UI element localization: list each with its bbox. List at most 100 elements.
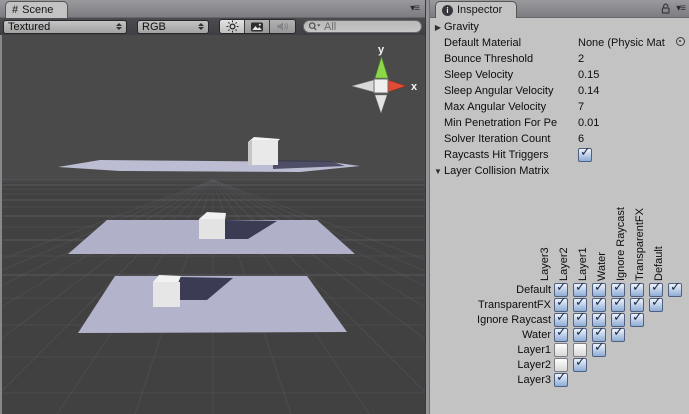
field-label: Sleep Angular Velocity (444, 85, 578, 97)
inspector-field-row: Sleep Angular Velocity0.14 (430, 83, 689, 99)
inspector-field-row: Solver Iteration Count6 (430, 131, 689, 147)
matrix-checkbox[interactable]: ✓ (554, 328, 568, 342)
check-icon: ✓ (575, 294, 586, 310)
object-field-value: None (Physic Mat (578, 37, 674, 49)
info-icon: i (442, 5, 453, 16)
matrix-checkbox[interactable]: ✓ (668, 283, 682, 297)
check-icon: ✓ (556, 309, 567, 325)
matrix-checkbox[interactable]: ✓ (630, 313, 644, 327)
matrix-row-label: Layer2 (430, 358, 551, 372)
cube-side-face (248, 140, 252, 166)
field-checkbox[interactable]: ✓ (578, 148, 592, 162)
check-icon: ✓ (580, 144, 591, 160)
inspector-field-row: ▼Layer Collision Matrix (430, 163, 689, 179)
inspector-panel-menu-icon[interactable]: ▾≡ (676, 3, 685, 14)
skybox-toggle-button[interactable] (245, 20, 270, 33)
field-label: Raycasts Hit Triggers (444, 149, 578, 161)
lighting-toggle-button[interactable] (220, 20, 245, 33)
color-mode-value: RGB (142, 21, 166, 33)
check-icon: ✓ (613, 324, 624, 340)
inspector-field-row: Raycasts Hit Triggers✓ (430, 147, 689, 163)
matrix-checkbox[interactable]: ✓ (649, 298, 663, 312)
scene-search-input[interactable]: All (303, 20, 422, 33)
matrix-checkbox[interactable]: ✓ (573, 328, 587, 342)
field-label: Sleep Velocity (444, 69, 578, 81)
updown-arrows-icon (198, 23, 204, 30)
field-label: Solver Iteration Count (444, 133, 578, 145)
matrix-checkbox[interactable]: ✓ (592, 343, 606, 357)
sun-icon (226, 20, 239, 33)
layer-collision-matrix: Layer3Layer2Layer1WaterIgnore RaycastTra… (430, 186, 689, 414)
inspector-field-row: Sleep Velocity0.15 (430, 67, 689, 83)
matrix-column-header: Ignore Raycast (613, 191, 629, 281)
field-value[interactable]: 0.01 (578, 117, 599, 129)
check-icon: ✓ (575, 324, 586, 340)
inspector-fields: ▶Gravity Default MaterialNone (Physic Mat… (430, 19, 689, 179)
inspector-tabbar: i Inspector ▾≡ (430, 0, 689, 18)
cube[interactable] (153, 282, 180, 307)
field-label: Default Material (444, 37, 578, 49)
cube[interactable] (252, 140, 278, 165)
inspector-field-row: Bounce Threshold2 (430, 51, 689, 67)
field-label: Gravity (444, 21, 479, 33)
matrix-row-label: Water (430, 328, 551, 342)
matrix-column-header: Water (594, 191, 610, 281)
tab-scene[interactable]: # Scene (5, 1, 68, 18)
inspector-field-row: Default MaterialNone (Physic Mat (430, 35, 689, 51)
object-picker-icon[interactable] (676, 37, 685, 46)
matrix-row: Water✓✓✓✓ (430, 328, 689, 343)
field-label: Layer Collision Matrix (444, 165, 549, 177)
matrix-row-label: Layer3 (430, 373, 551, 387)
matrix-checkbox[interactable]: ✓ (611, 328, 625, 342)
foldout-arrow-icon[interactable]: ▼ (432, 167, 444, 176)
lock-icon[interactable] (660, 2, 672, 15)
check-icon: ✓ (556, 294, 567, 310)
matrix-row-label: TransparentFX (430, 298, 551, 312)
matrix-row-label: Layer1 (430, 343, 551, 357)
tab-inspector[interactable]: i Inspector (435, 1, 517, 18)
field-value[interactable]: 0.14 (578, 85, 599, 97)
scene-3d-view[interactable]: y x (2, 35, 425, 414)
matrix-checkbox[interactable]: ✓ (554, 373, 568, 387)
check-icon: ✓ (575, 309, 586, 325)
check-icon: ✓ (594, 309, 605, 325)
foldout-arrow-icon[interactable]: ▶ (432, 23, 444, 32)
color-mode-dropdown[interactable]: RGB (137, 20, 209, 34)
matrix-row: Layer1 ✓ (430, 343, 689, 358)
scene-panel-menu-icon[interactable]: ▾≡ (410, 3, 419, 14)
tab-scene-label: Scene (22, 4, 53, 16)
matrix-column-header: Layer2 (556, 191, 572, 281)
speaker-icon (276, 20, 289, 33)
tab-inspector-label: Inspector (457, 4, 502, 16)
matrix-column-header: Default (651, 191, 667, 281)
field-value[interactable]: 2 (578, 53, 584, 65)
check-icon: ✓ (670, 279, 681, 295)
object-field[interactable]: None (Physic Mat (578, 36, 685, 50)
check-icon: ✓ (613, 309, 624, 325)
scene-viewport[interactable]: y x (0, 35, 425, 414)
matrix-checkbox[interactable]: ✓ (573, 358, 587, 372)
gizmo-center-cube[interactable] (374, 79, 388, 93)
check-icon: ✓ (594, 324, 605, 340)
cube[interactable] (199, 219, 225, 239)
check-icon: ✓ (651, 294, 662, 310)
scene-toggle-button-group (219, 19, 296, 34)
field-value[interactable]: 7 (578, 101, 584, 113)
scene-grid-icon: # (12, 4, 18, 16)
check-icon: ✓ (613, 294, 624, 310)
check-icon: ✓ (556, 324, 567, 340)
audio-toggle-button[interactable] (270, 20, 295, 33)
scene-toolbar: Textured RGB (0, 18, 425, 35)
field-label: Min Penetration For Pe (444, 117, 578, 129)
image-icon (250, 21, 264, 33)
matrix-column-header: TransparentFX (632, 191, 648, 281)
draw-mode-value: Textured (8, 21, 50, 33)
inspector-panel: i Inspector ▾≡ ▶Gravity Default MaterialN… (430, 0, 689, 414)
draw-mode-dropdown[interactable]: Textured (3, 20, 127, 34)
matrix-column-header: Layer3 (537, 191, 553, 281)
check-icon: ✓ (556, 279, 567, 295)
check-icon: ✓ (594, 294, 605, 310)
matrix-checkbox[interactable] (554, 343, 568, 357)
field-value[interactable]: 0.15 (578, 69, 599, 81)
check-icon: ✓ (556, 369, 567, 385)
